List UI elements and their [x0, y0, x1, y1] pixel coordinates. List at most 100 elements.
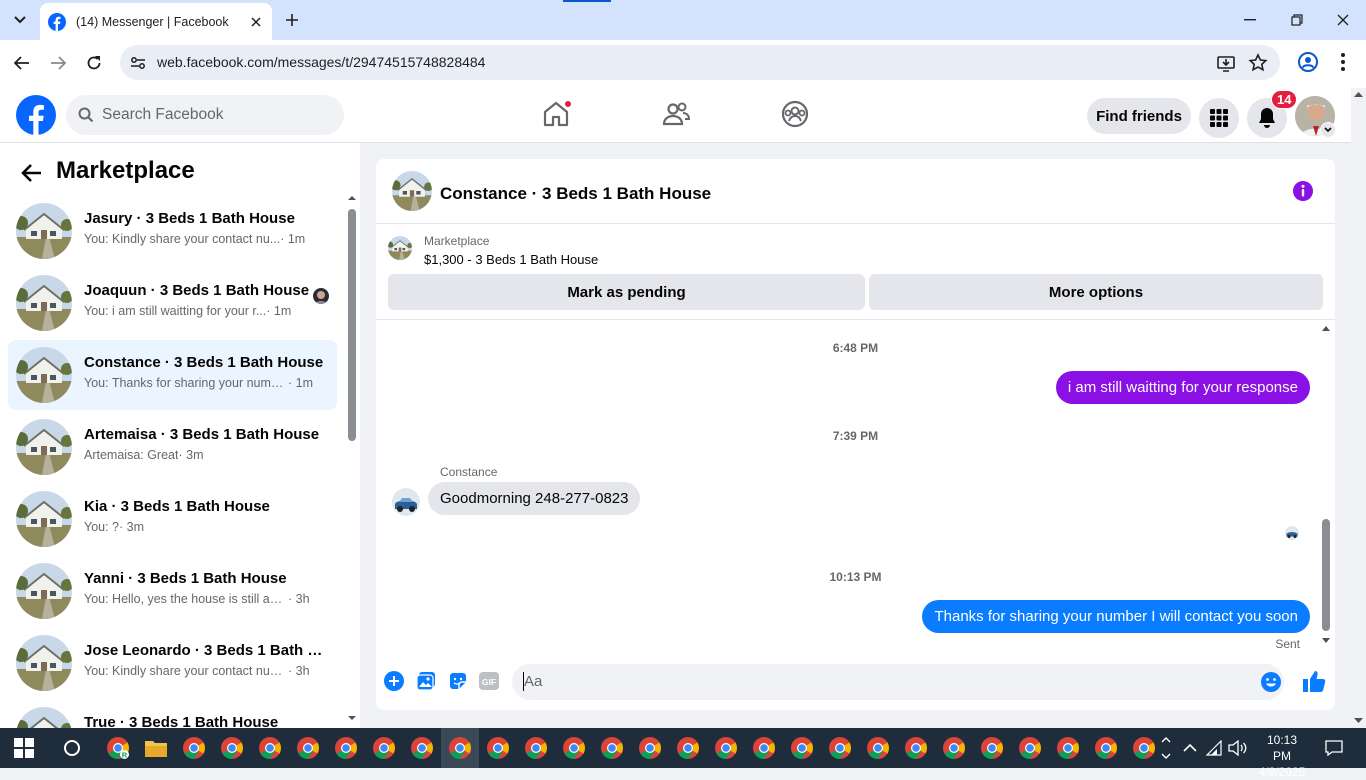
listing-thumbnail[interactable]	[392, 171, 432, 211]
site-info-icon[interactable]	[128, 53, 148, 73]
mark-as-pending-button[interactable]: Mark as pending	[388, 274, 865, 310]
conversation-item[interactable]: Yanni · 3 Beds 1 Bath House You: Hello, y…	[8, 556, 337, 626]
message-input[interactable]: Aa	[512, 664, 1284, 700]
chrome-taskbar-button[interactable]	[788, 734, 816, 762]
conversation-item[interactable]: Jose Leonardo · 3 Beds 1 Bath H... You: K…	[8, 628, 337, 698]
conversation-item[interactable]: Constance · 3 Beds 1 Bath House You: Than…	[8, 340, 337, 410]
chrome-taskbar-button[interactable]	[978, 734, 1006, 762]
install-app-icon[interactable]	[1216, 53, 1236, 73]
info-icon[interactable]	[1292, 180, 1314, 202]
volume-button[interactable]	[1224, 734, 1252, 762]
sender-avatar[interactable]	[392, 488, 420, 516]
menu-button[interactable]	[1199, 98, 1239, 138]
restore-window-button[interactable]	[1285, 8, 1309, 32]
browser-menu-icon[interactable]	[1336, 51, 1350, 73]
chrome-taskbar-button[interactable]	[1016, 734, 1044, 762]
taskbar-scroll[interactable]	[1154, 734, 1178, 762]
system-clock[interactable]: 10:13 PM 4/8/2025	[1257, 732, 1307, 780]
chat-scroll-down-icon[interactable]	[1321, 637, 1331, 645]
more-options-button[interactable]: More options	[869, 274, 1323, 310]
message-timestamp: 6:48 PM	[832, 341, 879, 355]
chrome-taskbar-button[interactable]	[1092, 734, 1120, 762]
chrome-taskbar-button[interactable]	[598, 734, 626, 762]
chrome-taskbar-button[interactable]	[332, 734, 360, 762]
outgoing-message[interactable]: i am still waitting for your response	[1055, 371, 1310, 404]
clock-date: 4/8/2025	[1258, 765, 1306, 779]
list-scrollbar-thumb[interactable]	[348, 209, 356, 441]
conversation-item[interactable]: Kia · 3 Beds 1 Bath House You: ?· 3m	[8, 484, 337, 554]
conversation-item[interactable]: True · 3 Beds 1 Bath House	[8, 700, 337, 728]
chrome-taskbar-button[interactable]	[826, 734, 854, 762]
conversation-name: Artemaisa · 3 Beds 1 Bath House	[84, 426, 320, 443]
show-hidden-icons-button[interactable]	[1176, 734, 1204, 762]
address-bar[interactable]: web.facebook.com/messages/t/294745157488…	[120, 45, 1280, 80]
chrome-taskbar-button[interactable]	[446, 734, 474, 762]
new-tab-button[interactable]	[282, 10, 302, 30]
chat-scrollbar-thumb[interactable]	[1322, 519, 1330, 631]
facebook-search-input[interactable]: Search Facebook	[66, 95, 344, 135]
chrome-taskbar-button[interactable]	[940, 734, 968, 762]
forward-button[interactable]	[46, 51, 70, 75]
chrome-taskbar-button[interactable]: R	[104, 734, 132, 762]
friends-icon[interactable]	[660, 98, 692, 130]
arrow-left-icon	[14, 56, 29, 70]
chrome-taskbar-button[interactable]	[522, 734, 550, 762]
chrome-taskbar-button[interactable]	[636, 734, 664, 762]
emoji-icon[interactable]	[1260, 671, 1282, 693]
chrome-taskbar-button[interactable]	[750, 734, 778, 762]
chat-title[interactable]: Constance · 3 Beds 1 Bath House	[440, 184, 711, 204]
incoming-message[interactable]: Goodmorning 248-277-0823	[428, 482, 641, 515]
chat-scroll-up-icon[interactable]	[1321, 324, 1331, 332]
chrome-taskbar-button[interactable]	[864, 734, 892, 762]
home-notification-dot	[564, 100, 572, 108]
search-button[interactable]	[58, 734, 86, 762]
browser-profile-icon[interactable]	[1297, 51, 1319, 73]
sticker-button[interactable]	[446, 669, 470, 693]
page-scrollbar[interactable]	[1351, 88, 1366, 728]
bookmark-star-icon[interactable]	[1248, 53, 1268, 73]
close-window-button[interactable]	[1331, 8, 1355, 32]
chrome-taskbar-button[interactable]	[674, 734, 702, 762]
chrome-taskbar-button[interactable]	[484, 734, 512, 762]
arrow-right-icon	[51, 56, 66, 70]
facebook-favicon-icon	[48, 12, 66, 31]
chrome-taskbar-button[interactable]	[902, 734, 930, 762]
listing-small-thumbnail[interactable]	[388, 236, 412, 260]
chrome-taskbar-button[interactable]	[560, 734, 588, 762]
chrome-taskbar-button[interactable]	[218, 734, 246, 762]
back-arrow-icon[interactable]	[20, 161, 44, 185]
gif-button[interactable]: GIF	[477, 669, 501, 693]
outgoing-message[interactable]: Thanks for sharing your number I will co…	[922, 600, 1310, 633]
chrome-taskbar-button[interactable]	[1054, 734, 1082, 762]
chrome-taskbar-button[interactable]	[294, 734, 322, 762]
action-center-button[interactable]	[1320, 734, 1348, 762]
file-explorer-taskbar-button[interactable]	[142, 734, 170, 762]
reload-button[interactable]	[82, 51, 106, 75]
tab-search-button[interactable]	[8, 8, 32, 32]
conversation-item[interactable]: Joaquun · 3 Beds 1 Bath House You: i am s…	[8, 268, 337, 338]
chrome-taskbar-button[interactable]	[712, 734, 740, 762]
chrome-taskbar-button[interactable]	[408, 734, 436, 762]
back-button[interactable]	[10, 51, 34, 75]
facebook-logo-icon[interactable]	[16, 95, 56, 135]
chrome-taskbar-button[interactable]	[180, 734, 208, 762]
windows-taskbar: R 10:13 PM 4/8/2025	[0, 728, 1366, 779]
minimize-window-button[interactable]	[1238, 8, 1262, 32]
browser-tab-active[interactable]: (14) Messenger | Facebook	[40, 3, 272, 40]
more-actions-button[interactable]	[382, 669, 406, 693]
chrome-icon	[867, 737, 889, 759]
thumbs-up-icon[interactable]	[1301, 668, 1327, 694]
chrome-icon	[943, 737, 965, 759]
chrome-taskbar-button[interactable]	[370, 734, 398, 762]
chrome-taskbar-button[interactable]	[256, 734, 284, 762]
conversation-item[interactable]: Artemaisa · 3 Beds 1 Bath House Artemaisa…	[8, 412, 337, 482]
attach-photo-button[interactable]	[414, 669, 438, 693]
conversation-snippet: You: Thanks for sharing your numb... · 1m	[84, 376, 313, 390]
listing-price[interactable]: $1,300 - 3 Beds 1 Bath House	[424, 252, 598, 267]
start-button[interactable]	[10, 734, 38, 762]
groups-icon[interactable]	[779, 98, 811, 130]
account-menu-chevron[interactable]	[1320, 122, 1336, 138]
close-tab-icon[interactable]	[248, 14, 264, 30]
conversation-item[interactable]: Jasury · 3 Beds 1 Bath House You: Kindly …	[8, 196, 337, 266]
find-friends-button[interactable]: Find friends	[1087, 98, 1191, 134]
